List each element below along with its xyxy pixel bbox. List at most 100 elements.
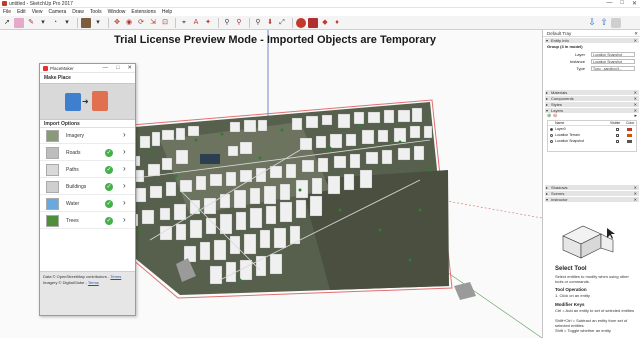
- pm-close-button[interactable]: ✕: [127, 65, 132, 71]
- download-arrow-icon[interactable]: ⇩: [587, 18, 597, 28]
- panel-shadows[interactable]: Shadows✕: [545, 185, 639, 190]
- menu-help[interactable]: Help: [162, 9, 172, 15]
- scale-icon[interactable]: ◉: [124, 18, 134, 28]
- extension-warehouse-icon[interactable]: ⤢: [277, 18, 287, 28]
- active-layer-radio[interactable]: [550, 134, 553, 137]
- import-row-paths[interactable]: Paths ✓ ›: [40, 162, 135, 178]
- zoom-extents-icon[interactable]: ⚲: [253, 18, 263, 28]
- placemaker-dialog[interactable]: PlaceMaker — □ ✕ Make Place ➜ Import Opt…: [39, 63, 136, 316]
- maximize-button[interactable]: □: [620, 0, 624, 8]
- placemaker-download-icon[interactable]: ◆: [320, 18, 330, 28]
- warehouse-icon[interactable]: ⬇: [265, 18, 275, 28]
- upload-arrow-icon[interactable]: ⇧: [599, 18, 609, 28]
- panel-close-icon[interactable]: ✕: [634, 90, 637, 95]
- ruby-icon[interactable]: [308, 17, 318, 28]
- offset-icon[interactable]: ⟳: [136, 18, 146, 28]
- panel-close-icon[interactable]: ✕: [634, 96, 637, 101]
- panel-entity-info[interactable]: Entity Info✕: [545, 38, 639, 43]
- visible-checkbox[interactable]: ✓: [616, 134, 620, 138]
- line-icon[interactable]: ▾: [38, 18, 48, 28]
- add-layer-icon[interactable]: ⊕: [547, 114, 551, 119]
- panel-instructor[interactable]: Instructor✕: [545, 197, 639, 202]
- active-layer-radio[interactable]: [550, 128, 553, 131]
- import-row-roads[interactable]: Roads ✓ ›: [40, 145, 135, 161]
- chevron-right-icon[interactable]: ›: [123, 182, 126, 190]
- import-row-buildings[interactable]: Buildings ✓ ›: [40, 179, 135, 195]
- layer-details-icon[interactable]: ▸: [634, 114, 637, 119]
- chevron-right-icon[interactable]: ›: [123, 131, 126, 139]
- panel-components[interactable]: Components✕: [545, 96, 639, 101]
- chevron-right-icon[interactable]: ›: [123, 199, 126, 207]
- menu-edit[interactable]: Edit: [17, 9, 26, 15]
- rectangle-icon[interactable]: ◔: [50, 18, 60, 28]
- menu-camera[interactable]: Camera: [48, 9, 66, 15]
- select-icon[interactable]: ➚: [2, 18, 12, 28]
- import-row-imagery[interactable]: Imagery ›: [40, 128, 135, 144]
- user-icon[interactable]: [611, 17, 621, 28]
- osm-terms-link[interactable]: Terms: [110, 274, 121, 279]
- menu-tools[interactable]: Tools: [90, 9, 102, 15]
- layout-icon[interactable]: [296, 17, 306, 28]
- imagery-terms-link[interactable]: Terms: [88, 280, 99, 285]
- menu-extensions[interactable]: Extensions: [131, 9, 155, 15]
- menu-draw[interactable]: Draw: [72, 9, 84, 15]
- shape-icon[interactable]: ▾: [62, 18, 72, 28]
- close-button[interactable]: ✕: [632, 0, 637, 8]
- eraser-icon[interactable]: [14, 17, 24, 28]
- rotate-icon[interactable]: ✥: [112, 18, 122, 28]
- visible-checkbox[interactable]: ✓: [616, 140, 620, 144]
- pm-minimize-button[interactable]: —: [103, 65, 109, 71]
- chevron-right-icon[interactable]: ›: [123, 148, 126, 156]
- check-icon: ✓: [105, 166, 113, 174]
- orbit-icon[interactable]: ✦: [203, 18, 213, 28]
- instance-input[interactable]: Location Snapshot: [591, 59, 635, 64]
- layer-color-swatch[interactable]: [627, 140, 632, 143]
- chevron-right-icon[interactable]: ›: [123, 165, 126, 173]
- menu-view[interactable]: View: [32, 9, 43, 15]
- panel-styles[interactable]: Styles✕: [545, 102, 639, 107]
- panel-close-icon[interactable]: ✕: [634, 38, 637, 43]
- toolbar-divider: [108, 17, 109, 28]
- visible-checkbox[interactable]: ✓: [616, 128, 620, 132]
- placemaker-upload-icon[interactable]: ♦: [332, 18, 342, 28]
- delete-layer-icon[interactable]: ⊖: [553, 114, 557, 119]
- pencil-icon[interactable]: ✎: [26, 18, 36, 28]
- axes-icon[interactable]: ⌖: [179, 18, 189, 28]
- minimize-button[interactable]: —: [606, 0, 612, 8]
- panel-scenes[interactable]: Scenes✕: [545, 191, 639, 196]
- import-row-trees[interactable]: Trees ✓ ›: [40, 213, 135, 229]
- move-icon[interactable]: ▾: [93, 18, 103, 28]
- import-row-water[interactable]: Water ✓ ›: [40, 196, 135, 212]
- text-icon[interactable]: ⊡: [160, 18, 170, 28]
- type-input[interactable]: Topo - sandbox/t...: [591, 66, 635, 71]
- layer-select[interactable]: Location Snapshot: [591, 52, 635, 57]
- tape-icon[interactable]: ⇲: [148, 18, 158, 28]
- menu-window[interactable]: Window: [108, 9, 126, 15]
- make-place-button[interactable]: ➜: [65, 89, 109, 115]
- layer-color-swatch[interactable]: [627, 134, 632, 137]
- panel-close-icon[interactable]: ✕: [634, 197, 637, 202]
- layer-row[interactable]: Layer0 ✓: [548, 127, 636, 132]
- layer-row[interactable]: Location Terrain ✓: [548, 133, 636, 138]
- panel-close-icon[interactable]: ✕: [634, 185, 637, 190]
- trees-thumbnail: [46, 215, 59, 227]
- zoom-icon[interactable]: ⚲: [234, 18, 244, 28]
- entity-field-instance: Instance Location Snapshot: [547, 59, 637, 65]
- placemaker-title-bar[interactable]: PlaceMaker — □ ✕: [40, 64, 135, 73]
- panel-layers[interactable]: Layers✕: [545, 108, 639, 113]
- active-layer-radio[interactable]: [550, 140, 553, 143]
- panel-close-icon[interactable]: ✕: [634, 191, 637, 196]
- chevron-right-icon[interactable]: ›: [123, 216, 126, 224]
- panel-close-icon[interactable]: ✕: [634, 102, 637, 107]
- panel-materials[interactable]: Materials✕: [545, 90, 639, 95]
- layer-row[interactable]: Location Snapshot ✓: [548, 139, 636, 144]
- toolbar-divider: [292, 17, 293, 28]
- paint-icon[interactable]: A: [191, 18, 201, 28]
- tray-close-icon[interactable]: ✕: [634, 30, 638, 37]
- pan-icon[interactable]: ⚲: [222, 18, 232, 28]
- layer-color-swatch[interactable]: [627, 128, 632, 131]
- menu-file[interactable]: File: [3, 9, 11, 15]
- pm-maximize-button[interactable]: □: [116, 65, 119, 71]
- pushpull-icon[interactable]: [81, 17, 91, 28]
- tray-title: Default Tray ✕: [543, 30, 640, 37]
